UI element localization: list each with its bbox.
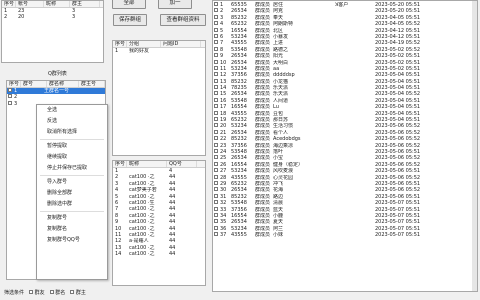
menu-item[interactable]: 删除选中群 bbox=[37, 199, 107, 210]
menu-item[interactable]: 停止并保存已提取 bbox=[37, 163, 107, 174]
menu-item[interactable]: 复制群名 bbox=[37, 224, 107, 235]
row-index: 37 bbox=[220, 232, 227, 239]
group-info-table: 序号 分组 问题ID 1 我的好友 bbox=[112, 40, 206, 156]
menu-item[interactable]: 导入群号 bbox=[37, 177, 107, 188]
get-all-button[interactable]: 全部 bbox=[112, 0, 146, 9]
column-header: 序号 bbox=[115, 41, 127, 47]
column-header: 群主 bbox=[70, 1, 100, 7]
filter-label: 筛选条件 bbox=[4, 289, 25, 296]
menu-item[interactable]: 全选 bbox=[37, 105, 107, 116]
checkbox-icon[interactable] bbox=[70, 290, 75, 294]
column-header: 昵称 bbox=[44, 1, 70, 7]
column-header: 群名称 bbox=[47, 81, 79, 87]
table-row[interactable]: 14 cat100 ·之 44 bbox=[113, 251, 205, 257]
filter-group-name-option[interactable]: 群名 bbox=[49, 289, 65, 296]
save-groups-button[interactable]: 保存群组 bbox=[113, 14, 147, 26]
context-menu: 全选 反选 取消所有选择 暂停提取 继续提取 停止并保存已提取 导入群号 删除全部群 删除选中群… bbox=[36, 104, 108, 280]
group-list-header: 序号 群号 群名称 群主号 bbox=[7, 81, 105, 88]
column-header: 昵称 bbox=[127, 161, 167, 167]
menu-separator bbox=[40, 211, 104, 212]
table-cell: cat100 ·之 bbox=[129, 251, 155, 258]
menu-item[interactable]: 复制群号QQ号 bbox=[37, 235, 107, 246]
table-cell: 3 bbox=[72, 14, 76, 21]
column-header: 序号 bbox=[115, 161, 127, 167]
column-header: 群号 bbox=[21, 81, 47, 87]
menu-item[interactable]: 继续提取 bbox=[37, 152, 107, 163]
group-info-header: 序号 分组 问题ID bbox=[113, 41, 205, 48]
column-header: QQ号 bbox=[167, 161, 197, 167]
menu-separator bbox=[40, 139, 104, 140]
column-header: 群主号 bbox=[79, 81, 105, 87]
nickname: 小妹 bbox=[273, 232, 284, 239]
menu-item[interactable]: 取消所有选择 bbox=[37, 127, 107, 138]
timestamp: 2023-05-07 05:51 bbox=[375, 232, 421, 239]
table-cell: 3 bbox=[14, 100, 18, 107]
filter-bar: 筛选条件 群友 群名 群主 bbox=[4, 287, 86, 297]
checkbox-icon[interactable] bbox=[29, 290, 34, 294]
qq-number: 43555 bbox=[231, 232, 247, 239]
table-cell: 2 bbox=[4, 14, 8, 21]
menu-separator bbox=[40, 175, 104, 176]
table-cell: 44 bbox=[169, 251, 176, 258]
menu-item[interactable]: 删除全部群 bbox=[37, 188, 107, 199]
add-button[interactable]: 加一 bbox=[158, 0, 192, 9]
column-header: 分组 bbox=[127, 41, 161, 47]
column-header: 帐号 bbox=[16, 1, 44, 7]
menu-item[interactable]: 反选 bbox=[37, 116, 107, 127]
table-cell bbox=[44, 14, 70, 20]
member-table: 序号 昵称 QQ号 1 4 2 cat100 ·之 44 3 cat100 ·之 44 4 cat梦美… bbox=[112, 160, 206, 286]
table-cell: 14 bbox=[115, 251, 122, 258]
table-cell: 我的好友 bbox=[129, 48, 150, 54]
table-cell: 1 bbox=[115, 48, 119, 54]
filter-group-owner-option[interactable]: 群主 bbox=[69, 289, 86, 296]
vertical-scrollbar[interactable] bbox=[472, 1, 477, 291]
group-list-title: Q群列表 bbox=[48, 71, 67, 77]
table-row[interactable]: 37 43555 群成员 小妹 2023-05-07 05:51 bbox=[213, 232, 477, 238]
filter-group-friend-option[interactable]: 群友 bbox=[28, 289, 45, 296]
member-table-header: 序号 昵称 QQ号 bbox=[113, 161, 205, 168]
column-header: 序号 bbox=[4, 1, 16, 7]
account-table: 序号 帐号 昵称 群主 1 23 3 2 20 3 bbox=[1, 0, 104, 63]
table-cell bbox=[161, 48, 201, 54]
table-cell: 20 bbox=[18, 14, 25, 21]
column-header: 序号 bbox=[9, 81, 21, 87]
view-group-info-button[interactable]: 查看群组资料 bbox=[160, 14, 206, 26]
member-type: 群成员 bbox=[255, 232, 271, 239]
account-table-header: 序号 帐号 昵称 群主 bbox=[2, 1, 103, 8]
main-member-table: 1 65535 群成员 居住 ꓘ客户 2023-05-20 05:51 2 26534 群成员阿… bbox=[212, 0, 478, 292]
menu-item[interactable]: 暂停提取 bbox=[37, 141, 107, 152]
column-header: 问题ID bbox=[161, 41, 201, 47]
table-row[interactable]: 2 20 3 bbox=[2, 14, 103, 20]
menu-item[interactable]: 复制群号 bbox=[37, 213, 107, 224]
table-row[interactable]: 1 我的好友 bbox=[113, 48, 205, 54]
remark bbox=[305, 232, 373, 238]
checkbox-icon[interactable] bbox=[49, 290, 54, 294]
